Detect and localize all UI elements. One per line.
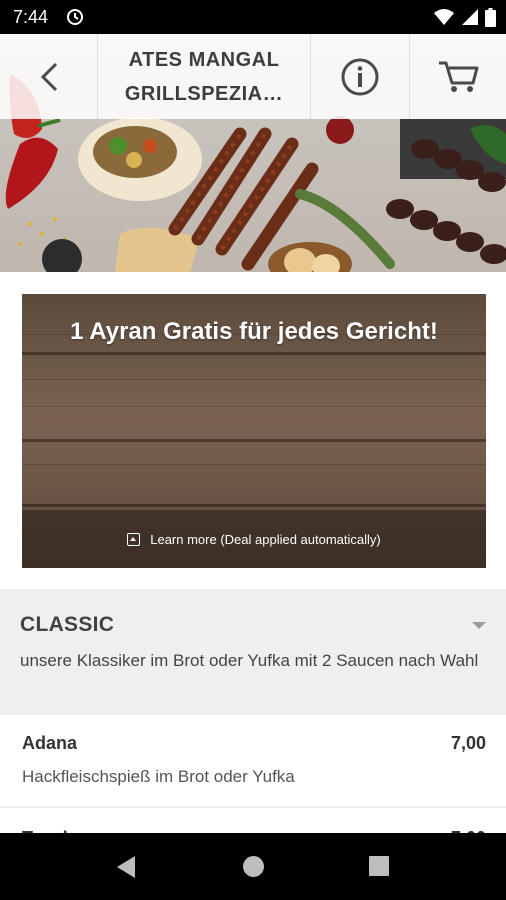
title-line-1: ATES MANGAL — [128, 48, 280, 71]
title-line-2: GRILLSPEZIA… — [124, 82, 284, 105]
nav-home-icon[interactable] — [243, 856, 264, 877]
data-saver-icon — [67, 9, 83, 25]
item-name: Adana — [22, 733, 78, 753]
item-price: 7,00 — [450, 733, 486, 753]
nav-recents-icon[interactable] — [369, 856, 389, 876]
restaurant-title: ATES MANGAL GRILLSPEZIA… — [98, 34, 311, 119]
wifi-icon — [434, 9, 454, 25]
status-icons — [433, 7, 496, 27]
info-button[interactable] — [311, 34, 410, 119]
system-nav-bar — [0, 833, 506, 900]
promo-banner[interactable]: 1 Ayran Gratis für jedes Gericht! Learn … — [22, 294, 486, 568]
promo-title: 1 Ayran Gratis für jedes Gericht! — [70, 318, 438, 345]
battery-icon — [485, 7, 496, 27]
status-time: 7:44 — [13, 7, 49, 27]
expand-icon — [127, 532, 141, 546]
item-description: Hackfleischspieß im Brot oder Yufka — [22, 767, 295, 786]
cart-icon — [439, 61, 479, 92]
back-chevron-icon — [40, 62, 57, 91]
chevron-down-icon — [472, 622, 486, 629]
category-classic[interactable]: CLASSIC unsere Klassiker im Brot oder Yu… — [0, 589, 506, 715]
app-bar: ATES MANGAL GRILLSPEZIA… — [0, 34, 506, 119]
back-button[interactable] — [0, 34, 98, 119]
info-icon — [341, 58, 379, 95]
category-title: CLASSIC — [20, 613, 115, 636]
status-bar: 7:44 — [0, 0, 506, 34]
hero-image: ATES MANGAL GRILLSPEZIA… — [0, 34, 506, 272]
learn-more-text: Learn more (Deal applied automatically) — [150, 531, 381, 547]
signal-icon — [462, 9, 478, 25]
cart-button[interactable] — [410, 34, 506, 119]
nav-back-icon[interactable] — [117, 856, 135, 878]
category-description: unsere Klassiker im Brot oder Yufka mit … — [20, 651, 479, 670]
menu-item[interactable]: Adana 7,00 Hackfleischspieß im Brot oder… — [0, 715, 506, 808]
learn-more-link[interactable]: Learn more (Deal applied automatically) — [22, 510, 486, 568]
